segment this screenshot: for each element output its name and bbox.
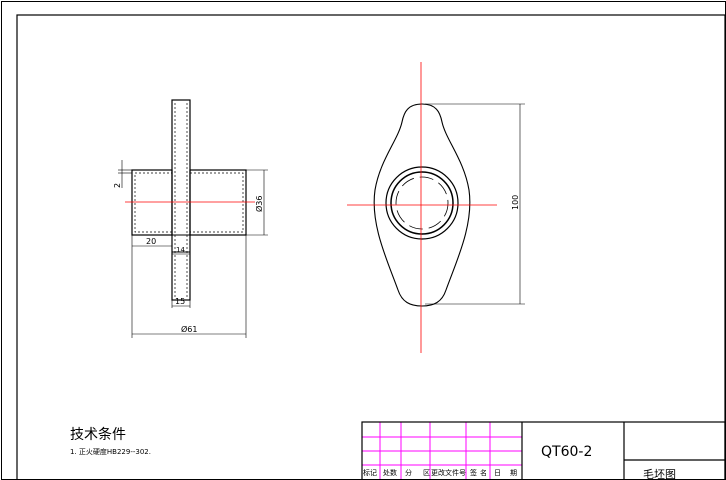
tb-header-qi: 期 <box>510 469 517 477</box>
tb-header-qu: 区 <box>423 469 430 477</box>
tb-header-change-doc: 更改文件号 <box>431 468 466 477</box>
dim-61 <box>131 235 247 338</box>
part-name: 毛坯图 <box>643 468 676 480</box>
dim-100-label: 100 <box>511 195 520 210</box>
dim-14-label: 14 <box>176 246 185 254</box>
tech-note: 1. 正火硬度HB229--302. <box>70 447 151 456</box>
dim-2-label: 2 <box>113 183 122 188</box>
dim-61-label: Ø61 <box>181 324 197 334</box>
inner-frame <box>16 14 726 480</box>
dim-15-label: 15 <box>175 297 185 306</box>
outer-border <box>1 1 726 480</box>
tb-header-sign: 签名 <box>470 468 490 477</box>
section-view <box>131 99 247 301</box>
tb-header-ri: 日 <box>494 469 501 477</box>
title-block: 标记 处数 分 区 更改文件号 签名 日 期 QT60-2 毛坯图 <box>361 421 726 480</box>
tech-heading: 技术条件 <box>70 426 126 443</box>
dim-100 <box>425 103 525 305</box>
part-number: QT60-2 <box>541 444 592 460</box>
tb-header-chushu: 处数 <box>383 468 397 477</box>
tb-header-fen: 分 <box>405 468 412 477</box>
engineering-drawing: 2 20 14 15 Ø61 Ø36 100 技术条件 1. 正火硬度HB229… <box>1 1 726 480</box>
tb-header-biaoji: 标记 <box>363 468 377 477</box>
dim-20-label: 20 <box>146 237 156 246</box>
dim-36-label: Ø36 <box>254 196 264 212</box>
